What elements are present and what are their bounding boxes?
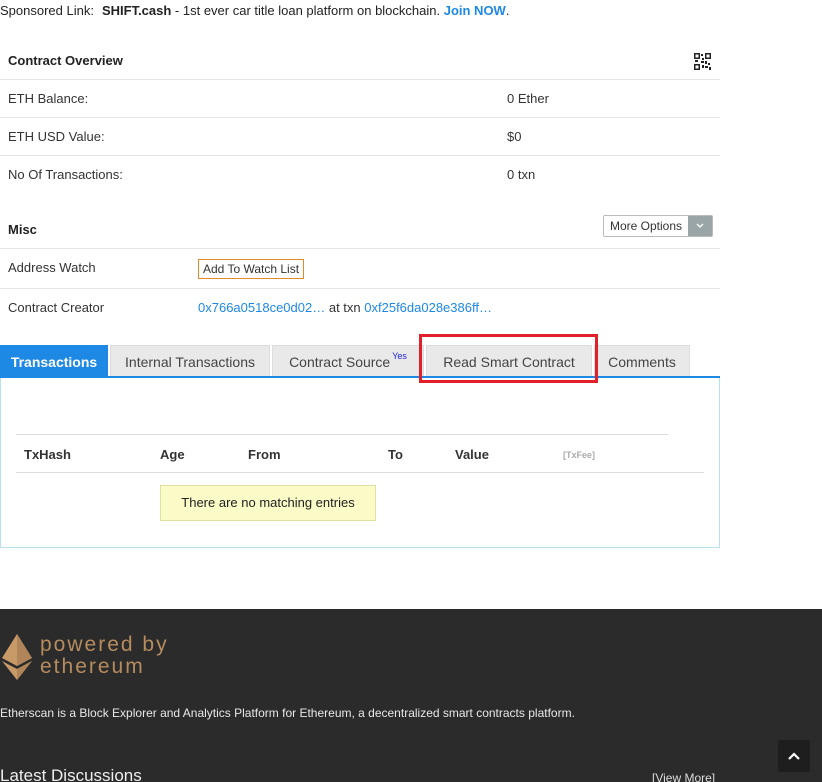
divider bbox=[0, 248, 720, 249]
eth-balance-label: ETH Balance: bbox=[8, 91, 89, 106]
ethereum-logo-icon bbox=[2, 634, 32, 680]
contract-creator: 0x766a0518ce0d02… at txn 0xf25f6da028e38… bbox=[198, 300, 492, 315]
tx-count-label: No Of Transactions: bbox=[8, 167, 123, 182]
tab-label: Comments bbox=[608, 354, 676, 370]
scroll-to-top-button[interactable] bbox=[778, 740, 810, 772]
column-header-age[interactable]: Age bbox=[160, 447, 185, 462]
powered-by-text: powered by bbox=[40, 633, 169, 656]
column-header-value[interactable]: Value bbox=[455, 447, 489, 462]
eth-balance-value: 0 Ether bbox=[507, 91, 549, 106]
at-txn-text: at txn bbox=[325, 300, 365, 315]
divider bbox=[0, 117, 720, 118]
sponsored-end: . bbox=[505, 3, 510, 18]
divider bbox=[0, 79, 720, 80]
creator-address-link[interactable]: 0x766a0518ce0d02… bbox=[198, 300, 325, 315]
misc-title: Misc bbox=[8, 222, 37, 237]
ethereum-text: ethereum bbox=[40, 655, 145, 678]
sponsored-label: Sponsored Link: bbox=[0, 3, 94, 18]
divider bbox=[0, 288, 720, 289]
verified-badge: Yes bbox=[392, 351, 407, 361]
powered-by-ethereum-logo: powered by ethereum bbox=[40, 634, 169, 678]
divider bbox=[16, 434, 668, 435]
sponsored-brand[interactable]: SHIFT.cash bbox=[102, 3, 171, 18]
latest-discussions-title: Latest Discussions bbox=[0, 766, 142, 782]
tab-contract-source[interactable]: Contract Source Yes bbox=[272, 345, 424, 377]
footer-description: Etherscan is a Block Explorer and Analyt… bbox=[0, 706, 575, 720]
more-options-button[interactable]: More Options bbox=[603, 215, 714, 237]
column-header-to[interactable]: To bbox=[388, 447, 403, 462]
empty-table-message: There are no matching entries bbox=[160, 485, 376, 521]
contract-creator-label: Contract Creator bbox=[8, 300, 105, 315]
tx-count-value: 0 txn bbox=[507, 167, 536, 182]
highlight-annotation bbox=[419, 334, 598, 383]
more-options-label: More Options bbox=[610, 219, 683, 233]
tab-label: Contract Source bbox=[289, 354, 391, 370]
divider bbox=[16, 472, 704, 473]
sponsored-link: Sponsored Link: SHIFT.cash - 1st ever car… bbox=[0, 3, 509, 18]
view-more-link[interactable]: [View More] bbox=[652, 771, 715, 782]
eth-usd-value: $0 bbox=[507, 129, 522, 144]
column-header-from[interactable]: From bbox=[248, 447, 281, 462]
tab-label: Transactions bbox=[10, 354, 98, 370]
eth-usd-label: ETH USD Value: bbox=[8, 129, 105, 144]
sponsored-text: - 1st ever car title loan platform on bl… bbox=[171, 3, 444, 18]
address-watch-label: Address Watch bbox=[8, 260, 96, 275]
tab-label: Internal Transactions bbox=[125, 354, 255, 370]
tab-internal-transactions[interactable]: Internal Transactions bbox=[110, 345, 270, 377]
add-to-watch-list-button[interactable]: Add To Watch List bbox=[198, 259, 305, 279]
transactions-panel bbox=[0, 378, 720, 548]
divider bbox=[0, 155, 720, 156]
tab-transactions[interactable]: Transactions bbox=[0, 345, 108, 377]
chevron-down-icon bbox=[688, 216, 713, 236]
tab-comments[interactable]: Comments bbox=[594, 345, 690, 377]
chevron-up-icon bbox=[788, 752, 800, 760]
join-now-link[interactable]: Join NOW bbox=[444, 3, 506, 18]
column-header-txfee[interactable]: [TxFee] bbox=[563, 450, 595, 460]
qr-code-icon[interactable] bbox=[694, 53, 711, 70]
column-header-txhash[interactable]: TxHash bbox=[24, 447, 71, 462]
contract-overview-title: Contract Overview bbox=[8, 53, 123, 68]
creator-txn-link[interactable]: 0xf25f6da028e386ff… bbox=[364, 300, 492, 315]
